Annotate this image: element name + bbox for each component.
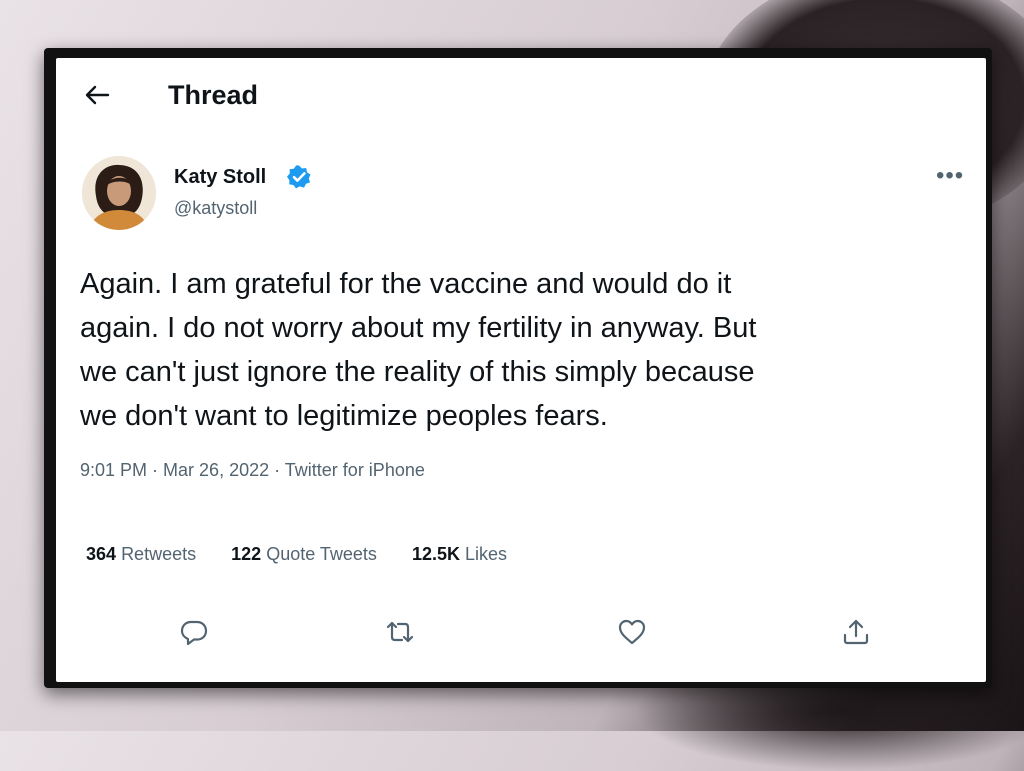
like-icon[interactable] <box>616 616 648 648</box>
tweet-source[interactable]: Twitter for iPhone <box>285 460 425 480</box>
tweet-stats: 364 Retweets 122 Quote Tweets 12.5K Like… <box>86 544 537 565</box>
meta-separator: · <box>147 460 164 480</box>
share-icon[interactable] <box>840 616 872 648</box>
quote-tweets-count: 122 <box>231 544 262 564</box>
page-title: Thread <box>168 80 259 110</box>
arrow-left-icon[interactable] <box>84 84 110 106</box>
author-handle[interactable]: @katystoll <box>174 198 257 219</box>
quote-tweets-label: Quote Tweets <box>266 544 377 564</box>
likes-stat[interactable]: 12.5K Likes <box>412 544 507 565</box>
retweets-count: 364 <box>86 544 117 564</box>
likes-count: 12.5K <box>411 544 460 564</box>
more-options-icon[interactable]: ••• <box>936 162 964 190</box>
tweet-line: again. I do not worry about my fertility… <box>80 312 757 344</box>
verified-badge-icon <box>286 164 312 190</box>
tweet-date[interactable]: Mar 26, 2022 <box>163 460 269 480</box>
retweet-icon[interactable] <box>384 616 416 648</box>
retweets-label: Retweets <box>121 544 197 564</box>
reply-icon[interactable] <box>178 616 210 648</box>
tweet-line: Again. I am grateful for the vaccine and… <box>80 268 732 300</box>
tweet-actions <box>56 616 986 656</box>
author-name[interactable]: Katy Stoll <box>174 166 266 189</box>
tweet-card: Thread Katy Stoll @katystoll ••• Again. … <box>56 58 986 682</box>
avatar[interactable] <box>82 156 156 230</box>
tweet-time[interactable]: 9:01 PM <box>80 460 147 480</box>
tweet-text: Again. I am grateful for the vaccine and… <box>80 262 960 438</box>
retweets-stat[interactable]: 364 Retweets <box>86 544 196 565</box>
tweet-line: we don't want to legitimize peoples fear… <box>80 400 608 432</box>
quote-tweets-stat[interactable]: 122 Quote Tweets <box>231 544 377 565</box>
likes-label: Likes <box>465 544 508 564</box>
tweet-line: we can't just ignore the reality of this… <box>80 356 755 388</box>
thread-header: Thread <box>56 58 986 138</box>
meta-separator: · <box>269 460 285 480</box>
tweet-meta: 9:01 PM · Mar 26, 2022 · Twitter for iPh… <box>80 460 425 481</box>
